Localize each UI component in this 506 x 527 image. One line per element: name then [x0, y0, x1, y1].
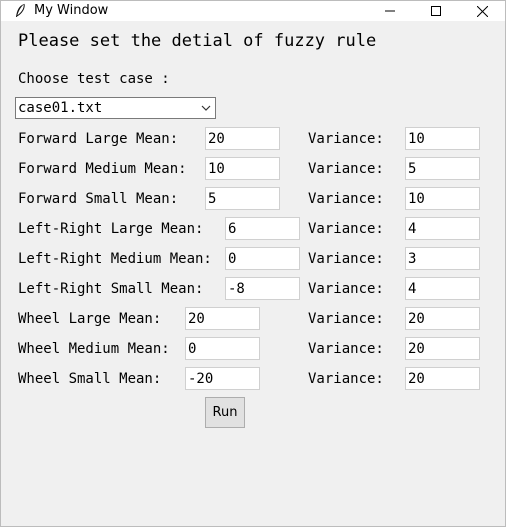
wheel-large-mean-input[interactable]	[185, 307, 260, 330]
forward-medium-variance-input[interactable]	[405, 157, 480, 180]
close-button[interactable]	[459, 1, 505, 21]
left-right-medium-mean-input[interactable]	[225, 247, 300, 270]
close-icon	[476, 5, 488, 17]
left-right-small-mean-label: Left-Right Small Mean:	[18, 281, 204, 297]
left-right-medium-mean-label: Left-Right Medium Mean:	[18, 251, 212, 267]
minimize-icon	[385, 10, 395, 12]
feather-icon	[16, 3, 25, 17]
minimize-button[interactable]	[367, 1, 413, 21]
forward-small-mean-input[interactable]	[205, 187, 280, 210]
wheel-medium-variance-label: Variance:	[308, 341, 384, 357]
left-right-medium-variance-label: Variance:	[308, 251, 384, 267]
wheel-medium-mean-label: Wheel Medium Mean:	[18, 341, 170, 357]
wheel-small-variance-label: Variance:	[308, 371, 384, 387]
wheel-large-variance-label: Variance:	[308, 311, 384, 327]
forward-large-mean-input[interactable]	[205, 127, 280, 150]
main-window: My Window Please set the detial of fuzzy…	[0, 0, 506, 527]
title-bar[interactable]: My Window	[1, 1, 505, 21]
wheel-large-mean-label: Wheel Large Mean:	[18, 311, 162, 327]
left-right-small-variance-input[interactable]	[405, 277, 480, 300]
forward-medium-mean-label: Forward Medium Mean:	[18, 161, 187, 177]
wheel-small-mean-label: Wheel Small Mean:	[18, 371, 162, 387]
left-right-large-mean-input[interactable]	[225, 217, 300, 240]
forward-large-variance-input[interactable]	[405, 127, 480, 150]
maximize-icon	[431, 6, 441, 16]
wheel-small-mean-input[interactable]	[185, 367, 260, 390]
wheel-medium-variance-input[interactable]	[405, 337, 480, 360]
left-right-large-mean-label: Left-Right Large Mean:	[18, 221, 204, 237]
forward-small-variance-label: Variance:	[308, 191, 384, 207]
test-case-dropdown[interactable]: case01.txt	[15, 97, 216, 119]
left-right-large-variance-input[interactable]	[405, 217, 480, 240]
forward-medium-variance-label: Variance:	[308, 161, 384, 177]
forward-large-variance-label: Variance:	[308, 131, 384, 147]
page-heading: Please set the detial of fuzzy rule	[18, 31, 377, 51]
left-right-small-mean-input[interactable]	[225, 277, 300, 300]
test-case-label: Choose test case :	[18, 71, 170, 87]
wheel-large-variance-input[interactable]	[405, 307, 480, 330]
window-title: My Window	[34, 3, 109, 18]
forward-small-variance-input[interactable]	[405, 187, 480, 210]
wheel-small-variance-input[interactable]	[405, 367, 480, 390]
left-right-medium-variance-input[interactable]	[405, 247, 480, 270]
left-right-large-variance-label: Variance:	[308, 221, 384, 237]
wheel-medium-mean-input[interactable]	[185, 337, 260, 360]
test-case-selected: case01.txt	[18, 100, 103, 116]
left-right-small-variance-label: Variance:	[308, 281, 384, 297]
forward-medium-mean-input[interactable]	[205, 157, 280, 180]
maximize-button[interactable]	[413, 1, 459, 21]
forward-small-mean-label: Forward Small Mean:	[18, 191, 179, 207]
run-button[interactable]: Run	[205, 397, 245, 428]
chevron-down-icon	[201, 105, 211, 111]
forward-large-mean-label: Forward Large Mean:	[18, 131, 179, 147]
